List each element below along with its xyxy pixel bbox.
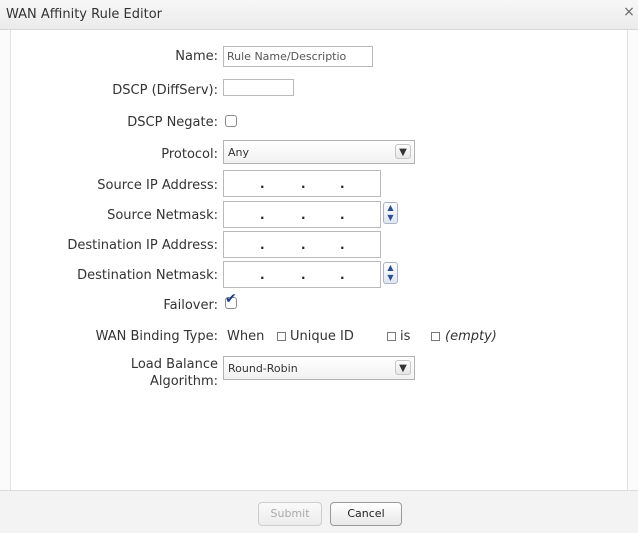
spinner-up-icon[interactable]: ▲ [384, 263, 397, 273]
dscp-negate-label: DSCP Negate: [127, 115, 218, 130]
chevron-down-icon: ▼ [395, 144, 411, 159]
ip-separator: . [260, 268, 265, 282]
wan-binding-type-label: WAN Binding Type: [95, 329, 218, 344]
dscp-negate-checkbox[interactable] [225, 115, 237, 127]
source-netmask-input[interactable]: . . . [223, 201, 381, 228]
protocol-select[interactable]: Any ▼ [223, 140, 415, 164]
submit-button[interactable]: Submit [258, 502, 322, 526]
spinner-up-icon[interactable]: ▲ [384, 203, 397, 213]
protocol-label: Protocol: [161, 147, 218, 162]
failover-label: Failover: [163, 298, 218, 313]
ip-separator: . [260, 208, 265, 222]
wan-binding-field[interactable]: Unique ID [290, 329, 354, 344]
destination-netmask-input[interactable]: . . . [223, 261, 381, 288]
close-icon[interactable]: × [622, 4, 636, 20]
ip-separator: . [260, 238, 265, 252]
form-body [10, 30, 628, 490]
source-netmask-stepper[interactable]: ▲ ▼ [383, 202, 398, 224]
destination-netmask-stepper[interactable]: ▲ ▼ [383, 262, 398, 284]
source-netmask-label: Source Netmask: [107, 208, 218, 223]
spinner-down-icon[interactable]: ▼ [384, 273, 397, 283]
spinner-down-icon[interactable]: ▼ [384, 213, 397, 223]
expand-plus-icon[interactable] [387, 332, 396, 341]
ip-separator: . [340, 177, 345, 191]
destination-ip-label: Destination IP Address: [67, 238, 218, 253]
cancel-button[interactable]: Cancel [330, 502, 402, 526]
source-ip-label: Source IP Address: [97, 178, 218, 193]
load-balance-select[interactable]: Round-Robin ▼ [223, 356, 415, 380]
ip-separator: . [340, 268, 345, 282]
ip-separator: . [340, 238, 345, 252]
destination-netmask-label: Destination Netmask: [77, 268, 218, 283]
wan-binding-value[interactable]: (empty) [445, 329, 497, 344]
dscp-input[interactable] [223, 79, 294, 96]
name-input[interactable] [223, 46, 373, 67]
dialog-footer: Submit Cancel [0, 490, 638, 533]
expand-plus-icon[interactable] [277, 332, 286, 341]
load-balance-selected-value: Round-Robin [228, 362, 298, 375]
ip-separator: . [301, 208, 306, 222]
source-ip-input[interactable]: . . . [223, 170, 381, 197]
ip-separator: . [340, 208, 345, 222]
expand-plus-icon[interactable] [431, 332, 440, 341]
name-label: Name: [175, 49, 218, 64]
ip-separator: . [301, 177, 306, 191]
wan-affinity-rule-editor-dialog: WAN Affinity Rule Editor × Name: DSCP (D… [0, 0, 638, 533]
ip-separator: . [301, 268, 306, 282]
wan-binding-operator[interactable]: is [400, 329, 410, 344]
protocol-selected-value: Any [228, 146, 250, 159]
dscp-label: DSCP (DiffServ): [112, 83, 218, 98]
dialog-title: WAN Affinity Rule Editor [6, 7, 163, 22]
ip-separator: . [301, 238, 306, 252]
chevron-down-icon: ▼ [395, 360, 411, 375]
dialog-titlebar: WAN Affinity Rule Editor × [0, 0, 638, 30]
wan-binding-when: When [227, 329, 265, 344]
load-balance-algorithm-label: Load Balance Algorithm: [130, 357, 218, 389]
checkmark-icon: ✔ [225, 291, 237, 307]
destination-ip-input[interactable]: . . . [223, 231, 381, 258]
ip-separator: . [260, 177, 265, 191]
